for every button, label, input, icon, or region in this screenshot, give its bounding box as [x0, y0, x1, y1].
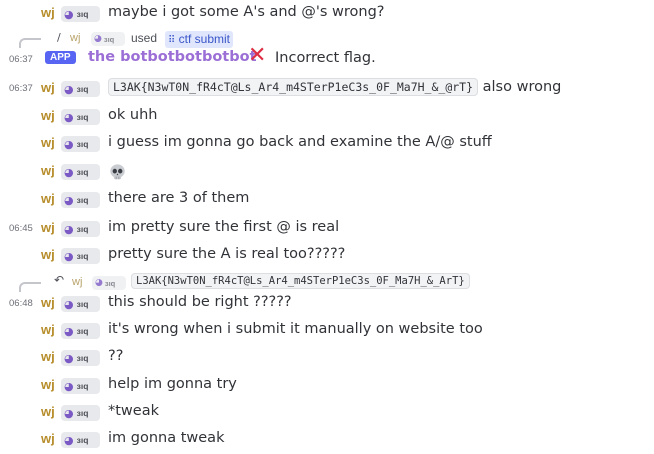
message-text: this should be right ?????: [108, 294, 292, 310]
cat-icon: ◕: [64, 249, 74, 263]
used-label: used: [131, 31, 158, 45]
message-text: im gonna tweak: [108, 430, 225, 446]
cat-icon: ◕: [64, 193, 74, 207]
guild-tag[interactable]: ◕ ɜıq: [61, 405, 100, 421]
guild-tag[interactable]: ◕ ɜıq: [61, 378, 100, 394]
bot-name[interactable]: the botbotbotbotbot: [88, 49, 257, 65]
message-text: help im gonna try: [108, 376, 237, 392]
author-name[interactable]: wj: [41, 295, 55, 310]
message-row: wj ◕ ɜıq it's wrong when i submit it manu…: [0, 317, 654, 344]
message-row: wj ◕ ɜıq *tweak: [0, 399, 654, 426]
guild-tag[interactable]: ◕ ɜıq: [61, 164, 100, 180]
author-name[interactable]: wj: [41, 349, 55, 364]
message-row: wj ◕ ɜıq help im gonna try: [0, 372, 654, 399]
author-name[interactable]: wj: [41, 108, 55, 123]
message-row: 06:37 wj ◕ ɜıq L3AK{N3wT0N_fR4cT@Ls_Ar4_m…: [0, 75, 654, 102]
cross-mark-icon: ✕: [248, 43, 267, 68]
guild-tag[interactable]: ◕ ɜıq: [61, 109, 100, 125]
message-content: [108, 162, 127, 184]
guild-tag[interactable]: ◕ ɜıq: [61, 136, 100, 152]
skull-emoji-icon: [110, 164, 125, 180]
message-row: 06:37 APP the botbotbotbotbot ✕ Incorrec…: [0, 43, 654, 73]
message-text: there are 3 of them: [108, 190, 250, 206]
author-name[interactable]: wj: [41, 431, 55, 446]
guild-tag[interactable]: ◕ ɜıq: [61, 432, 100, 448]
message-text: maybe i got some A's and @'s wrong?: [108, 4, 385, 20]
message-text: im pretty sure the first @ is real: [108, 219, 340, 235]
author-name[interactable]: wj: [41, 163, 55, 178]
command-icon: ⠿: [168, 35, 176, 46]
guild-tag[interactable]: ◕ ɜıq: [61, 296, 100, 312]
slash-icon: /: [57, 31, 61, 44]
author-name[interactable]: wj: [41, 135, 55, 150]
message-text: also wrong: [478, 79, 562, 95]
message-row: 06:48 wj ◕ ɜıq this should be right ?????: [0, 290, 654, 317]
reply-arrow-icon: ↶: [54, 273, 65, 287]
message-text: *tweak: [108, 403, 159, 419]
cat-icon: ◕: [64, 82, 74, 96]
timestamp[interactable]: 06:48: [9, 298, 33, 309]
message-text: ??: [108, 348, 124, 364]
message-row: wj ◕ ɜıq maybe i got some A's and @'s wro…: [0, 0, 654, 27]
message-row: wj ◕ ɜıq: [0, 158, 654, 185]
message-row: wj ◕ ɜıq ok uhh: [0, 103, 654, 130]
guild-tag[interactable]: ◕ ɜıq: [61, 6, 100, 22]
reply-author[interactable]: wj: [70, 32, 80, 44]
author-name[interactable]: wj: [41, 247, 55, 262]
inline-code: L3AK{N3wT0N_fR4cT@Ls_Ar4_m4STerP1eC3s_0F…: [131, 273, 470, 289]
timestamp[interactable]: 06:45: [9, 223, 33, 234]
cat-icon: ◕: [95, 277, 103, 288]
author-name[interactable]: wj: [41, 220, 55, 235]
cat-icon: ◕: [64, 379, 74, 393]
author-name[interactable]: wj: [41, 5, 55, 20]
guild-tag[interactable]: ◕ ɜıq: [61, 192, 100, 208]
cat-icon: ◕: [64, 297, 74, 311]
author-name[interactable]: wj: [41, 191, 55, 206]
guild-tag[interactable]: ◕ ɜıq: [61, 248, 100, 264]
guild-tag[interactable]: ◕ ɜıq: [61, 323, 100, 339]
message-text: it's wrong when i submit it manually on …: [108, 321, 483, 337]
message-row: wj ◕ ɜıq ??: [0, 344, 654, 371]
message-text: pretty sure the A is real too?????: [108, 246, 346, 262]
author-name[interactable]: wj: [41, 377, 55, 392]
timestamp[interactable]: 06:37: [9, 54, 33, 65]
cat-icon: ◕: [64, 110, 74, 124]
app-badge: APP: [45, 51, 76, 64]
inline-code: L3AK{N3wT0N_fR4cT@Ls_Ar4_m4STerP1eC3s_0F…: [108, 78, 479, 96]
reply-content: L3AK{N3wT0N_fR4cT@Ls_Ar4_m4STerP1eC3s_0F…: [131, 273, 470, 289]
cat-icon: ◕: [64, 137, 74, 151]
message-text: i guess im gonna go back and examine the…: [108, 134, 492, 150]
cat-icon: ◕: [64, 406, 74, 420]
author-name[interactable]: wj: [41, 322, 55, 337]
cat-icon: ◕: [64, 433, 74, 447]
cat-icon: ◕: [64, 324, 74, 338]
timestamp[interactable]: 06:37: [9, 83, 33, 94]
reply-guild-tag: ◕ ɜıq: [92, 276, 126, 290]
cat-icon: ◕: [64, 222, 74, 236]
author-name[interactable]: wj: [41, 404, 55, 419]
cat-icon: ◕: [64, 7, 74, 21]
message-row: wj ◕ ɜıq i guess im gonna go back and exa…: [0, 130, 654, 157]
author-name[interactable]: wj: [41, 80, 55, 95]
reply-guild-tag: ◕ ɜıq: [91, 32, 125, 46]
message-content: L3AK{N3wT0N_fR4cT@Ls_Ar4_m4STerP1eC3s_0F…: [108, 78, 562, 96]
cat-icon: ◕: [94, 33, 102, 44]
guild-tag[interactable]: ◕ ɜıq: [61, 221, 100, 237]
message-row: wj ◕ ɜıq pretty sure the A is real too???…: [0, 242, 654, 269]
message-row: wj ◕ ɜıq there are 3 of them: [0, 186, 654, 213]
message-text: Incorrect flag.: [275, 50, 376, 66]
cat-icon: ◕: [64, 351, 74, 365]
reply-author[interactable]: wj: [72, 276, 82, 288]
message-text: ok uhh: [108, 107, 158, 123]
message-row: wj ◕ ɜıq im gonna tweak: [0, 426, 654, 453]
message-row: 06:45 wj ◕ ɜıq im pretty sure the first @…: [0, 215, 654, 242]
guild-tag[interactable]: ◕ ɜıq: [61, 350, 100, 366]
cat-icon: ◕: [64, 165, 74, 179]
guild-tag[interactable]: ◕ ɜıq: [61, 81, 100, 97]
